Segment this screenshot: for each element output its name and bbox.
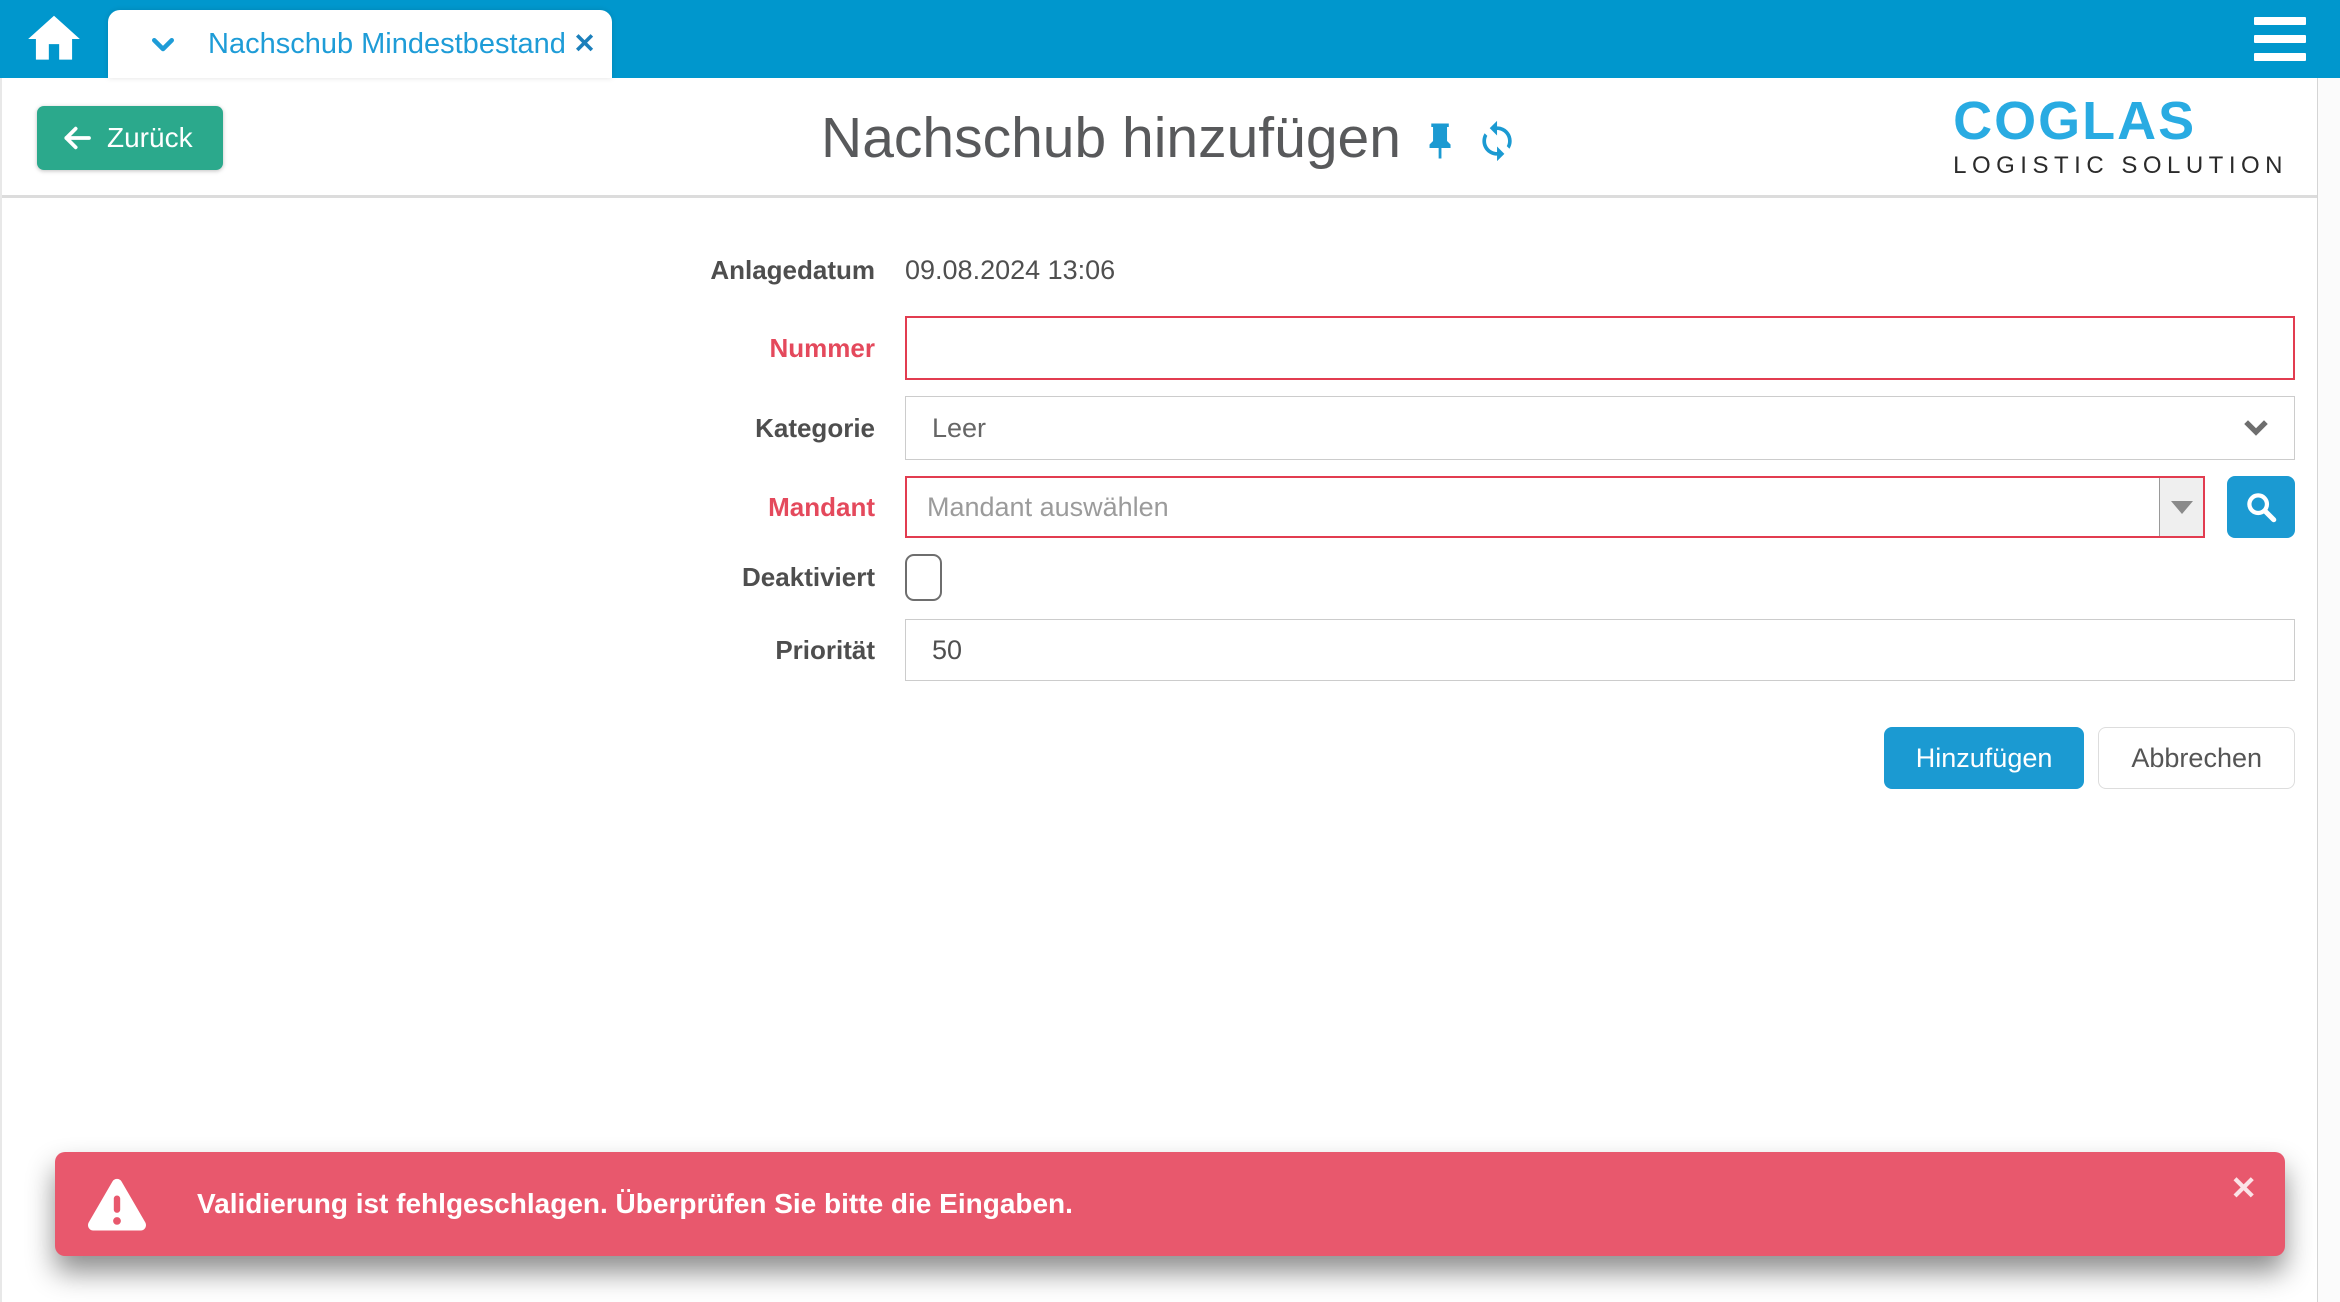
back-button[interactable]: Zurück — [37, 106, 223, 170]
back-button-label: Zurück — [107, 122, 193, 154]
logo-subtitle: LOGISTIC SOLUTION — [1953, 154, 2288, 178]
menu-icon[interactable] — [2248, 11, 2312, 67]
home-button[interactable] — [0, 0, 108, 78]
deaktiviert-label: Deaktiviert — [0, 562, 905, 593]
coglas-logo: COGLAS LOGISTIC SOLUTION — [1953, 94, 2288, 178]
kategorie-select[interactable]: Leer — [905, 396, 2295, 460]
page-header: Zurück Nachschub hinzufügen COGLAS LOGIS… — [0, 78, 2340, 198]
mandant-input[interactable] — [907, 478, 2159, 536]
topbar-spacer — [612, 0, 2248, 78]
submit-button[interactable]: Hinzufügen — [1884, 727, 2085, 789]
tab-close-icon[interactable]: ✕ — [573, 31, 596, 58]
mandant-combobox — [905, 476, 2205, 538]
title-group: Nachschub hinzufügen — [821, 78, 1519, 198]
topbar: Nachschub Mindestbestand ✕ — [0, 0, 2340, 78]
cancel-button[interactable]: Abbrechen — [2098, 727, 2295, 789]
refresh-icon[interactable] — [1475, 119, 1519, 163]
kategorie-selected-value: Leer — [932, 413, 986, 444]
search-icon — [2244, 490, 2278, 524]
mandant-dropdown-button[interactable] — [2159, 478, 2203, 536]
tab-nachschub-mindestbestand[interactable]: Nachschub Mindestbestand ✕ — [108, 10, 612, 78]
chevron-down-icon[interactable] — [148, 29, 178, 59]
row-deaktiviert: Deaktiviert — [0, 554, 2340, 601]
row-prioritaet: Priorität — [0, 619, 2340, 681]
vertical-scrollbar[interactable] — [2317, 78, 2340, 1302]
validation-alert: Validierung ist fehlgeschlagen. Überprüf… — [55, 1152, 2285, 1256]
alert-close-icon[interactable]: ✕ — [2230, 1172, 2257, 1204]
home-icon — [23, 8, 85, 70]
prioritaet-input[interactable] — [905, 619, 2295, 681]
triangle-down-icon — [2171, 501, 2193, 514]
row-kategorie: Kategorie Leer — [0, 396, 2340, 460]
left-edge-divider — [0, 78, 2, 1302]
logo-name: COGLAS — [1953, 94, 2196, 148]
row-nummer: Nummer — [0, 316, 2340, 380]
chevron-down-icon — [2240, 412, 2272, 444]
row-anlagedatum: Anlagedatum 09.08.2024 13:06 — [0, 250, 2340, 290]
prioritaet-label: Priorität — [0, 635, 905, 666]
alert-message: Validierung ist fehlgeschlagen. Überprüf… — [197, 1188, 1073, 1220]
warning-icon — [85, 1172, 149, 1236]
nummer-label: Nummer — [0, 333, 905, 364]
nachschub-form: Anlagedatum 09.08.2024 13:06 Nummer Kate… — [0, 198, 2340, 789]
anlagedatum-label: Anlagedatum — [0, 255, 905, 286]
nummer-input[interactable] — [905, 316, 2295, 380]
tab-label: Nachschub Mindestbestand — [208, 28, 566, 61]
form-actions: Hinzufügen Abbrechen — [0, 727, 2295, 789]
arrow-left-icon — [61, 122, 93, 154]
pin-icon[interactable] — [1419, 120, 1461, 162]
row-mandant: Mandant — [0, 476, 2340, 538]
anlagedatum-value: 09.08.2024 13:06 — [905, 255, 1115, 286]
mandant-search-button[interactable] — [2227, 476, 2295, 538]
deaktiviert-checkbox[interactable] — [905, 554, 942, 601]
kategorie-label: Kategorie — [0, 413, 905, 444]
mandant-label: Mandant — [0, 492, 905, 523]
page-title: Nachschub hinzufügen — [821, 105, 1401, 171]
